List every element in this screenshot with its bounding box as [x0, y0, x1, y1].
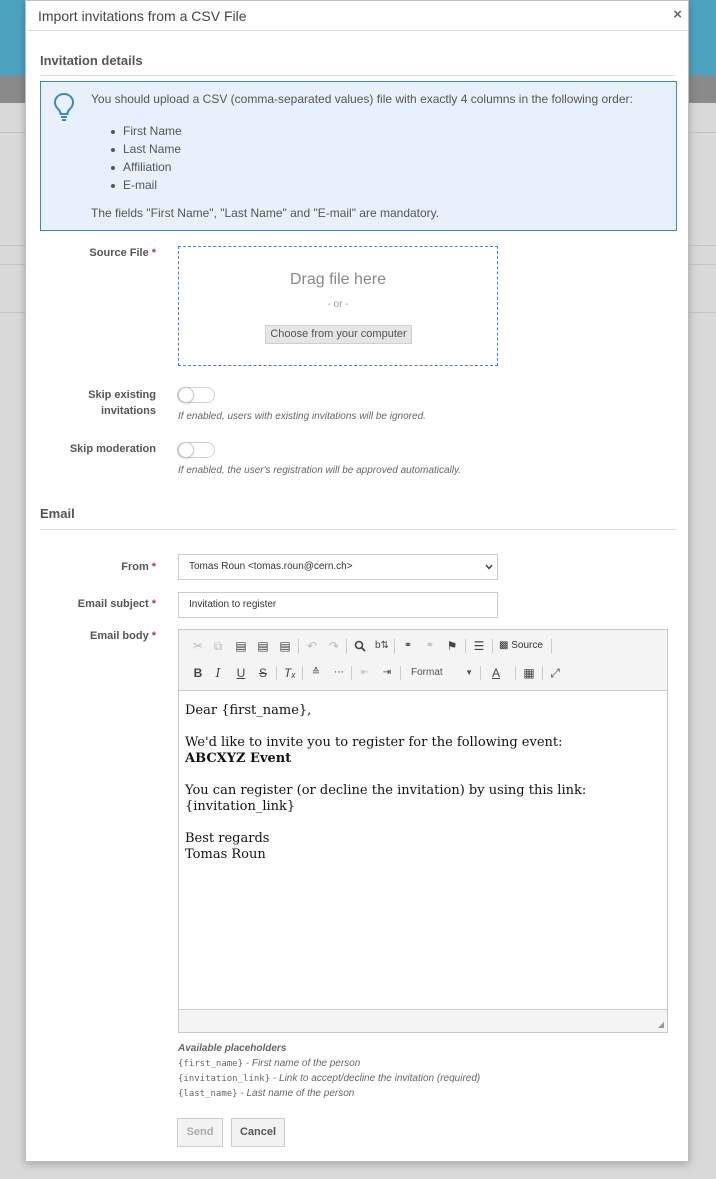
csv-column-list: First Name Last Name Affiliation E-mail — [111, 122, 182, 194]
list-item: Last Name — [111, 140, 182, 158]
body-signoff: Best regards — [185, 831, 270, 846]
strikethrough-icon[interactable]: S — [254, 663, 272, 683]
placeholder-item: {invitation_link} - Link to accept/decli… — [178, 1073, 481, 1084]
caret-down-icon: ▼ — [465, 668, 473, 677]
unlink-icon[interactable]: ⚭ — [421, 636, 439, 656]
source-button[interactable]: ▩ Source — [499, 636, 543, 656]
csv-info-text: You should upload a CSV (comma-separated… — [91, 92, 633, 106]
source-file-label: Source File * — [89, 247, 156, 259]
skip-existing-hint: If enabled, users with existing invitati… — [178, 411, 426, 422]
csv-mandatory-note: The fields "First Name", "Last Name" and… — [91, 206, 440, 220]
outdent-icon[interactable]: ⇤ — [356, 663, 374, 683]
resize-handle-icon[interactable]: ◢ — [658, 1020, 664, 1029]
list-item: Affiliation — [111, 158, 182, 176]
paste-icon[interactable]: ▤ — [232, 636, 250, 656]
bold-icon[interactable]: B — [189, 663, 207, 683]
copy-icon[interactable]: ⧉ — [209, 636, 227, 656]
toolbar-separator — [400, 666, 401, 680]
horizontal-rule-icon[interactable]: ☰ — [470, 636, 488, 656]
dropzone-title: Drag file here — [289, 271, 387, 288]
toolbar-separator — [302, 666, 303, 680]
redo-icon[interactable]: ↷ — [325, 636, 343, 656]
placeholders-title: Available placeholders — [178, 1043, 287, 1054]
toolbar-separator — [346, 639, 347, 653]
email-subject-label: Email subject * — [77, 598, 156, 610]
skip-moderation-label: Skip moderation — [69, 443, 156, 455]
lightbulb-icon — [53, 92, 75, 125]
toolbar-separator — [298, 639, 299, 653]
from-select[interactable]: Tomas Roun <tomas.roun@cern.ch> — [178, 554, 498, 580]
body-line: We'd like to invite you to register for … — [185, 735, 563, 750]
skip-moderation-toggle[interactable] — [177, 442, 215, 458]
table-icon[interactable]: ▦ — [520, 663, 538, 683]
toolbar-separator — [551, 639, 552, 653]
editor-toolbar-row: ✂ ⧉ ▤ ▤ ▤ ↶ ↷ b⇅ ⚭ ⚭ ⚑ ☰ ▩ Source — [187, 636, 657, 656]
body-invitation-link: {invitation_link} — [185, 799, 296, 814]
skip-moderation-hint: If enabled, the user's registration will… — [178, 465, 461, 476]
paste-word-icon[interactable]: ▤ — [276, 636, 294, 656]
toolbar-separator — [465, 639, 466, 653]
editor-toolbar-row: B I U S Tₓ ≙ ⋯ ⇤ ⇥ Format ▼ A ▦ ⤢ — [187, 663, 657, 683]
toolbar-separator — [480, 666, 481, 680]
replace-icon[interactable]: b⇅ — [373, 636, 391, 656]
find-icon[interactable] — [351, 636, 369, 656]
placeholder-item: {last_name} - Last name of the person — [178, 1088, 355, 1099]
toolbar-separator — [276, 666, 277, 680]
send-button[interactable]: Send — [177, 1118, 223, 1147]
italic-icon[interactable]: I — [209, 663, 227, 683]
choose-file-button[interactable]: Choose from your computer — [265, 325, 412, 344]
email-body-content[interactable]: Dear {first_name}, We'd like to invite y… — [179, 690, 667, 1010]
placeholder-item: {first_name} - First name of the person — [178, 1058, 361, 1069]
skip-existing-label: Skip existing invitations — [88, 389, 156, 417]
cancel-button[interactable]: Cancel — [231, 1118, 285, 1147]
csv-info-box: You should upload a CSV (comma-separated… — [40, 81, 677, 231]
body-line: You can register (or decline the invitat… — [185, 783, 587, 798]
toolbar-separator — [351, 666, 352, 680]
toolbar-separator — [492, 639, 493, 653]
format-dropdown[interactable]: Format ▼ — [411, 663, 475, 683]
cut-icon[interactable]: ✂ — [189, 636, 207, 656]
anchor-icon[interactable]: ⚑ — [443, 636, 461, 656]
email-subject-input[interactable]: Invitation to register — [178, 592, 498, 618]
list-item: E-mail — [111, 176, 182, 194]
paste-text-icon[interactable]: ▤ — [254, 636, 272, 656]
remove-format-icon[interactable]: Tₓ — [281, 663, 299, 683]
underline-icon[interactable]: U — [232, 663, 250, 683]
body-event-name: ABCXYZ Event — [185, 751, 292, 766]
email-body-editor: ✂ ⧉ ▤ ▤ ▤ ↶ ↷ b⇅ ⚭ ⚭ ⚑ ☰ ▩ Source B I U … — [178, 629, 668, 1033]
from-select-value: Tomas Roun <tomas.roun@cern.ch> — [189, 561, 353, 572]
text-color-icon[interactable]: A — [487, 663, 505, 683]
required-mark: * — [151, 630, 156, 642]
import-csv-dialog: Import invitations from a CSV File × Inv… — [25, 0, 689, 1162]
body-greeting: Dear {first_name}, — [185, 703, 312, 718]
required-mark: * — [151, 598, 156, 610]
link-icon[interactable]: ⚭ — [399, 636, 417, 656]
close-icon[interactable]: × — [673, 6, 682, 23]
section-divider — [40, 529, 676, 530]
required-mark: * — [151, 561, 156, 573]
dialog-title: Import invitations from a CSV File — [38, 8, 247, 24]
body-signature: Tomas Roun — [185, 847, 266, 862]
section-title-invitation-details: Invitation details — [40, 53, 143, 68]
undo-icon[interactable]: ↶ — [303, 636, 321, 656]
toolbar-separator — [394, 639, 395, 653]
indent-icon[interactable]: ⇥ — [378, 663, 396, 683]
chevron-down-icon — [485, 555, 493, 589]
list-item: First Name — [111, 122, 182, 140]
section-title-email: Email — [40, 506, 75, 521]
email-body-label: Email body * — [90, 630, 156, 642]
maximize-icon[interactable]: ⤢ — [546, 663, 564, 683]
required-mark: * — [151, 247, 156, 259]
toolbar-separator — [515, 666, 516, 680]
skip-existing-toggle[interactable] — [177, 387, 215, 403]
bulleted-list-icon[interactable]: ⋯ — [330, 663, 348, 683]
dialog-header: Import invitations from a CSV File × — [26, 1, 688, 31]
dropzone-or: - or - — [327, 299, 349, 310]
from-label: From * — [121, 561, 156, 573]
toolbar-separator — [542, 666, 543, 680]
file-dropzone[interactable]: Drag file here - or - Choose from your c… — [178, 246, 498, 366]
numbered-list-icon[interactable]: ≙ — [307, 663, 325, 683]
section-divider — [40, 75, 676, 76]
